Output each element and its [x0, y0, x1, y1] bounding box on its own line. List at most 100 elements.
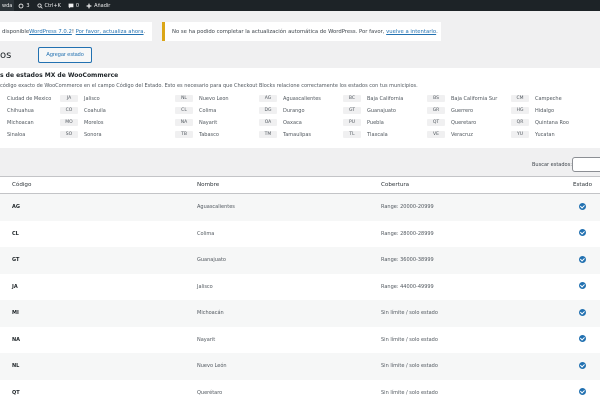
state-name: Aguascalientes	[283, 95, 321, 102]
cell-name: Michoacán	[197, 310, 224, 317]
state-code-item: CM Campeche	[511, 94, 595, 103]
notice-text: No se ha podido completar la actualizaci…	[172, 28, 387, 35]
updates-menu[interactable]: 3	[18, 2, 30, 9]
state-code-item: CL Colima	[175, 106, 259, 115]
cell-name: Nayarit	[197, 336, 216, 343]
wordpress-version-link[interactable]: WordPress 7.0.2	[29, 29, 72, 35]
column-header-status[interactable]: Estado	[565, 182, 600, 188]
table-header: Código Nombre Cobertura Estado	[0, 177, 600, 194]
site-menu[interactable]: wda	[0, 0, 15, 11]
cell-code: GT	[12, 257, 20, 264]
active-check-icon[interactable]	[579, 229, 586, 237]
column-header-coverage[interactable]: Cobertura	[381, 182, 565, 188]
state-code-item: QR Quintana Roo	[511, 118, 595, 127]
new-content-menu[interactable]: Añadir	[86, 3, 110, 9]
table-row[interactable]: NL Nuevo León Sin límite / solo estado	[0, 353, 600, 380]
active-check-icon[interactable]	[579, 388, 586, 396]
active-check-icon[interactable]	[579, 282, 586, 290]
state-code-item: BS Baja California Sur	[427, 94, 511, 103]
site-label: wda	[2, 2, 13, 9]
state-name: Sonora	[84, 131, 102, 138]
cell-coverage: Range: 28000-28999	[381, 230, 434, 237]
state-code-item: Ciudad de Mexico JA Jalisco	[7, 94, 175, 103]
cell-code: NA	[12, 336, 21, 343]
state-code-badge: GR	[427, 107, 445, 114]
updates-count: 3	[26, 2, 30, 9]
table-row[interactable]: QT Querétaro Sin límite / solo estado	[0, 380, 600, 400]
active-check-icon[interactable]	[579, 255, 586, 263]
state-name: Yucatan	[535, 131, 555, 138]
state-code-badge: SO	[60, 131, 78, 138]
state-code-item: Sinaloa SO Sonora	[7, 130, 175, 139]
admin-bar: wda 3 Ctrl+K 0 Añadir	[0, 0, 600, 11]
table-row[interactable]: JA Jalisco Range: 44000-49999	[0, 274, 600, 301]
page-title: os	[0, 50, 12, 61]
table-row[interactable]: GT Guanajuato Range: 36000-38999	[0, 247, 600, 274]
search-input[interactable]	[572, 157, 600, 172]
comments-count: 0	[75, 2, 80, 9]
state-code-item: VE Veracruz	[427, 130, 511, 139]
state-code-item: PU Puebla	[343, 118, 427, 127]
column-header-name[interactable]: Nombre	[197, 182, 381, 188]
comments-menu[interactable]: 0	[68, 3, 79, 9]
state-code-item: QT Queretaro	[427, 118, 511, 127]
table-row[interactable]: AG Aguascalientes Range: 20000-20999	[0, 194, 600, 221]
cell-coverage: Sin límite / solo estado	[381, 389, 438, 396]
state-code-badge: CM	[511, 95, 529, 102]
active-check-icon[interactable]	[579, 308, 586, 316]
table-row[interactable]: NA Nayarit Sin límite / solo estado	[0, 327, 600, 354]
retry-link[interactable]: vuelve a intentarlo	[386, 29, 436, 35]
update-now-link[interactable]: Por favor, actualiza ahora	[76, 29, 144, 35]
state-code-badge: TL	[343, 131, 361, 138]
active-check-icon[interactable]	[579, 361, 586, 369]
cell-code: MI	[12, 310, 19, 317]
state-code-item: AG Aguascalientes	[259, 94, 343, 103]
state-code-item: HG Hidalgo	[511, 106, 595, 115]
column-header-code[interactable]: Código	[0, 182, 197, 188]
command-palette[interactable]: Ctrl+K	[36, 3, 61, 9]
state-code-item: TB Tabasco	[175, 130, 259, 139]
cell-name: Jalisco	[197, 283, 213, 290]
cell-status	[565, 361, 600, 371]
state-code-item: TM Tamaulipas	[259, 130, 343, 139]
add-state-button[interactable]: Agregar estado	[38, 47, 92, 63]
state-code-badge: AG	[259, 95, 277, 102]
cell-coverage: Range: 20000-20999	[381, 204, 434, 211]
cell-code: JA	[12, 283, 18, 290]
state-code-badge: OA	[259, 119, 277, 126]
cell-status	[565, 202, 600, 212]
state-name: Veracruz	[451, 131, 473, 138]
table-row[interactable]: MI Michoacán Sin límite / solo estado	[0, 300, 600, 327]
cell-name: Colima	[197, 230, 215, 237]
state-code-item: DG Durango	[259, 106, 343, 115]
state-code-badge: DG	[259, 107, 277, 114]
state-code-item: GR Guerrero	[427, 106, 511, 115]
state-name: Puebla	[367, 119, 384, 126]
cell-status	[565, 308, 600, 318]
state-name: Coahuila	[84, 107, 106, 114]
state-name: Tlaxcala	[367, 131, 388, 138]
state-code-item: YU Yucatan	[511, 130, 595, 139]
cell-code: QT	[12, 389, 20, 396]
cell-coverage: Sin límite / solo estado	[381, 336, 438, 343]
state-name: Tabasco	[199, 131, 219, 138]
active-check-icon[interactable]	[579, 202, 586, 210]
state-name: Chihuahua	[7, 107, 34, 114]
cell-code: NL	[12, 363, 20, 370]
state-code-badge: QR	[511, 119, 529, 126]
table-row[interactable]: CL Colima Range: 28000-28999	[0, 221, 600, 248]
state-code-badge: QT	[427, 119, 445, 126]
state-code-badge: CL	[175, 107, 193, 114]
state-code-badge: TB	[175, 131, 193, 138]
state-name: Hidalgo	[535, 107, 555, 114]
state-name: Morelos	[84, 119, 104, 126]
state-code-item: GT Guanajuato	[343, 106, 427, 115]
active-check-icon[interactable]	[579, 335, 586, 343]
state-name: Campeche	[535, 95, 562, 102]
state-code-badge: NA	[175, 119, 193, 126]
cell-status	[565, 282, 600, 291]
comment-icon	[68, 3, 74, 8]
cell-status	[565, 388, 600, 397]
info-description: código exacto de WooCommerce en el campo…	[0, 83, 418, 89]
cell-name: Aguascalientes	[197, 204, 235, 211]
